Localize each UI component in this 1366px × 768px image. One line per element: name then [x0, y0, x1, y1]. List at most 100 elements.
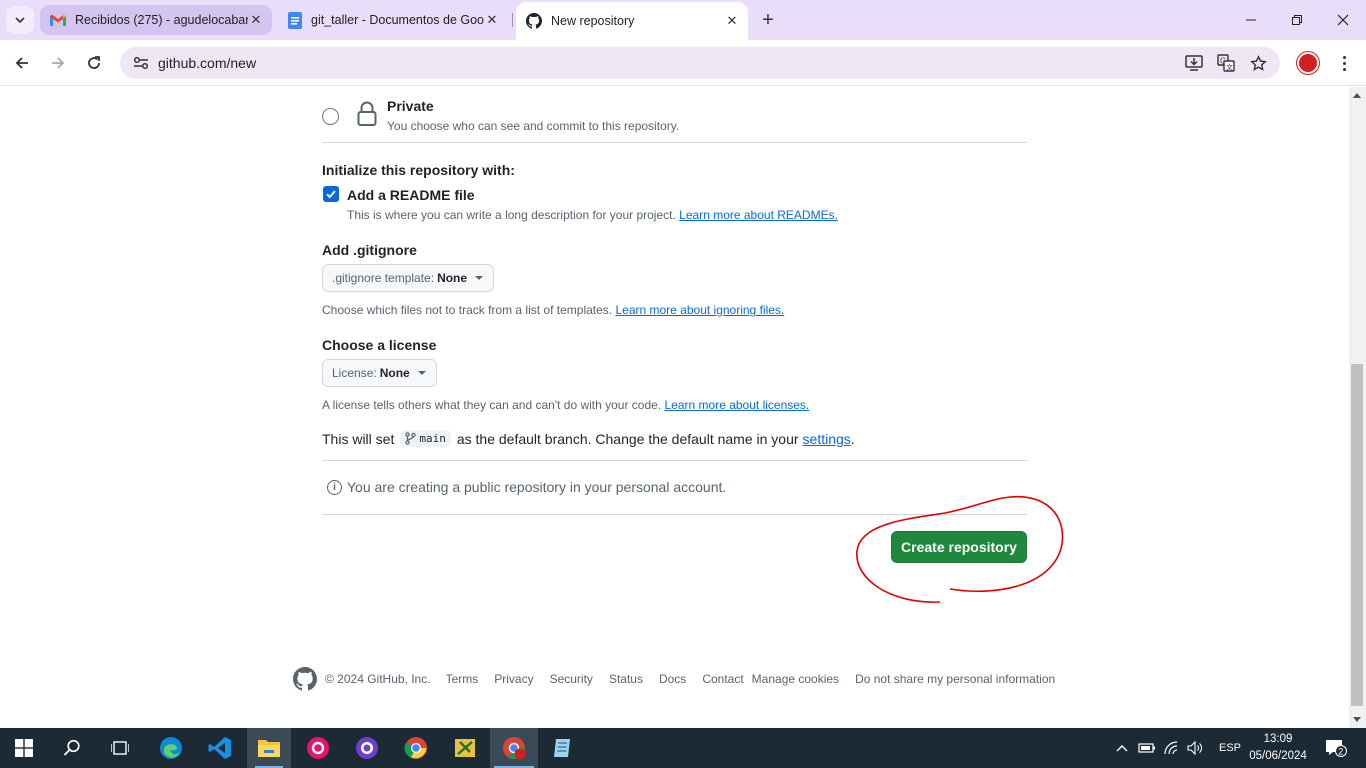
bookmark-star-icon[interactable] — [1248, 53, 1268, 73]
reload-icon — [88, 56, 100, 69]
gitignore-label: Add .gitignore — [322, 242, 417, 258]
footer-link-terms[interactable]: Terms — [446, 672, 479, 686]
close-icon — [1337, 14, 1349, 26]
file-explorer-icon[interactable] — [255, 734, 283, 762]
profile-avatar[interactable] — [1297, 52, 1319, 74]
tab-separator — [512, 13, 513, 27]
site-info-icon[interactable] — [126, 56, 156, 70]
create-repository-button[interactable]: Create repository — [891, 531, 1027, 563]
settings-link[interactable]: settings — [803, 431, 851, 447]
tab-title: git_taller - Documentos de Goo — [311, 13, 484, 27]
app-pink-icon[interactable] — [304, 734, 332, 762]
taskbar-clock[interactable]: 13:09 05/06/2024 — [1246, 731, 1310, 765]
translate-icon[interactable]: G文 — [1216, 53, 1236, 73]
gitignore-learn-more-link[interactable]: Learn more about ignoring files. — [615, 303, 784, 317]
footer-link-security[interactable]: Security — [550, 672, 593, 686]
wifi-icon[interactable] — [1163, 741, 1179, 755]
reload-button[interactable] — [80, 49, 108, 77]
svg-text:文: 文 — [1226, 63, 1233, 72]
info-text: You are creating a public repository in … — [347, 479, 727, 495]
battery-icon[interactable] — [1138, 742, 1156, 754]
scroll-down-arrow-icon[interactable] — [1353, 717, 1361, 722]
vscode-icon[interactable] — [206, 734, 234, 762]
caret-down-icon — [417, 371, 426, 375]
language-indicator[interactable]: ESP — [1219, 742, 1241, 754]
divider — [322, 514, 1027, 515]
gitignore-select[interactable]: .gitignore template: None — [322, 264, 495, 292]
footer-link-privacy[interactable]: Privacy — [494, 672, 533, 686]
branch-chip: main — [400, 430, 451, 447]
tab-gmail[interactable]: Recibidos (275) - agudelocaban ✕ — [40, 5, 272, 35]
tab-new-repository[interactable]: New repository ✕ — [516, 2, 748, 40]
app-tools-icon[interactable] — [451, 734, 479, 762]
license-learn-more-link[interactable]: Learn more about licenses. — [665, 398, 810, 412]
divider — [322, 142, 1027, 143]
gitignore-help-text: Choose which files not to track from a l… — [322, 303, 613, 317]
close-tab-icon[interactable]: ✕ — [248, 12, 264, 28]
readme-learn-more-link[interactable]: Learn more about READMEs. — [679, 208, 838, 222]
chrome-icon[interactable] — [402, 734, 430, 762]
readme-help-text: This is where you can write a long descr… — [347, 208, 676, 222]
close-tab-icon[interactable]: ✕ — [724, 13, 740, 29]
task-view-icon[interactable] — [106, 734, 134, 762]
notifications-icon[interactable]: 2 — [1322, 734, 1350, 762]
page-footer: © 2024 GitHub, Inc. Terms Privacy Securi… — [293, 667, 1055, 691]
gitignore-help: Choose which files not to track from a l… — [322, 303, 784, 317]
gitignore-select-value: None — [437, 271, 468, 285]
install-app-icon[interactable] — [1184, 53, 1204, 73]
license-help-text: A license tells others what they can and… — [322, 398, 662, 412]
branch-suffix: . — [850, 430, 855, 447]
page-scrollbar[interactable] — [1349, 87, 1366, 728]
clock-time: 13:09 — [1263, 733, 1293, 745]
forward-button[interactable] — [44, 49, 72, 77]
footer-link-docs[interactable]: Docs — [659, 672, 686, 686]
lock-icon — [357, 101, 377, 126]
minimize-button[interactable] — [1228, 0, 1274, 40]
branch-name: main — [419, 432, 446, 445]
browser-menu-icon[interactable] — [1334, 50, 1354, 76]
readme-label[interactable]: Add a README file — [347, 187, 475, 203]
gitignore-select-prefix: .gitignore template: — [332, 271, 435, 285]
system-tray: ESP — [1114, 728, 1241, 768]
edge-icon[interactable] — [157, 734, 185, 762]
search-icon[interactable] — [58, 734, 86, 762]
license-select[interactable]: License: None — [322, 359, 437, 387]
footer-link-manage-cookies[interactable]: Manage cookies — [752, 672, 839, 686]
tab-google-docs[interactable]: git_taller - Documentos de Goo ✕ — [278, 5, 508, 35]
scroll-up-arrow-icon[interactable] — [1353, 93, 1361, 98]
private-radio[interactable] — [322, 108, 339, 125]
address-bar[interactable]: github.com/new G文 — [120, 47, 1280, 79]
volume-icon[interactable] — [1187, 741, 1203, 755]
private-option-description: You choose who can see and commit to thi… — [387, 119, 680, 133]
branch-middle: as the default branch. Change the defaul… — [456, 430, 799, 447]
branch-prefix: This will set — [322, 430, 395, 447]
google-docs-icon — [288, 11, 302, 29]
close-tab-icon[interactable]: ✕ — [484, 12, 500, 28]
footer-link-status[interactable]: Status — [609, 672, 643, 686]
initialize-label: Initialize this repository with: — [322, 162, 515, 178]
footer-link-do-not-share[interactable]: Do not share my personal information — [855, 672, 1055, 686]
readme-checkbox[interactable] — [323, 186, 339, 202]
new-tab-button[interactable]: + — [756, 8, 780, 32]
license-help: A license tells others what they can and… — [322, 398, 809, 412]
github-logo-icon[interactable] — [293, 667, 317, 691]
license-select-value: None — [379, 366, 410, 380]
tab-search-button[interactable] — [6, 6, 34, 34]
close-window-button[interactable] — [1320, 0, 1366, 40]
scrollbar-thumb[interactable] — [1351, 364, 1363, 706]
chevron-up-icon[interactable] — [1114, 744, 1130, 752]
restore-icon — [1292, 15, 1302, 25]
app-notepad-icon[interactable] — [549, 734, 577, 762]
back-button[interactable] — [8, 49, 36, 77]
checkmark-icon — [326, 190, 336, 199]
chrome-profile-icon[interactable] — [500, 734, 528, 762]
footer-link-contact[interactable]: Contact — [702, 672, 743, 686]
private-option-title: Private — [387, 98, 434, 114]
notification-count: 2 — [1338, 746, 1343, 756]
readme-help: This is where you can write a long descr… — [347, 208, 838, 222]
arrow-right-icon — [52, 57, 65, 69]
windows-start-icon[interactable] — [10, 734, 38, 762]
info-icon: i — [327, 479, 342, 495]
restore-button[interactable] — [1274, 0, 1320, 40]
github-desktop-icon[interactable] — [353, 734, 381, 762]
